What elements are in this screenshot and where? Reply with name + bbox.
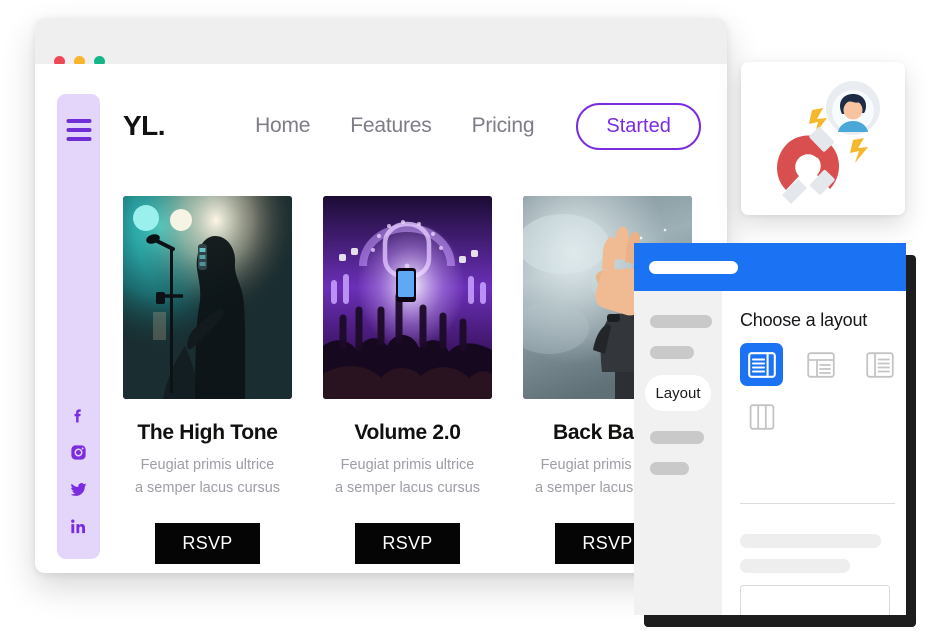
card-description-line2: a semper lacus cursus xyxy=(334,480,481,497)
event-card-list: The High Tone Feugiat primis ultrice a s… xyxy=(123,196,692,564)
get-started-button[interactable]: Started xyxy=(576,102,701,150)
layout-option-lines-right-sidebar[interactable] xyxy=(740,343,783,386)
choose-layout-modal: Layout Choose a layout xyxy=(634,243,906,615)
rsvp-button[interactable]: RSVP xyxy=(155,522,260,564)
card-image-crowd xyxy=(323,196,492,399)
screenshot-stage: YL. Home Features Pricing Started The Hi… xyxy=(0,0,940,640)
card-description: Feugiat primis ultrice a semper lacus cu… xyxy=(323,454,492,501)
nav-item-features[interactable]: Features xyxy=(350,114,431,138)
page-viewport: YL. Home Features Pricing Started The Hi… xyxy=(35,64,727,573)
rsvp-button[interactable]: RSVP xyxy=(355,522,460,564)
layout-option-three-columns[interactable] xyxy=(740,395,783,438)
twitter-icon[interactable] xyxy=(68,479,89,500)
site-navbar: YL. Home Features Pricing Started xyxy=(123,100,707,152)
content-placeholder-bar xyxy=(740,559,850,573)
layout-options xyxy=(740,343,906,447)
linkedin-icon[interactable] xyxy=(68,516,89,537)
event-card: The High Tone Feugiat primis ultrice a s… xyxy=(123,196,292,564)
event-card: Volume 2.0 Feugiat primis ultrice a semp… xyxy=(323,196,492,564)
social-rail xyxy=(57,94,100,559)
content-placeholder-bar xyxy=(740,534,881,548)
browser-title-bar xyxy=(35,18,727,64)
hamburger-icon[interactable] xyxy=(66,119,91,141)
social-links xyxy=(57,405,100,537)
facebook-icon[interactable] xyxy=(68,405,89,426)
content-divider xyxy=(740,503,895,504)
layout-option-left-sidebar[interactable] xyxy=(858,343,901,386)
modal-sidebar: Layout xyxy=(634,291,722,615)
nav-item-home[interactable]: Home xyxy=(255,114,310,138)
card-description-line1: Feugiat primis ultrice xyxy=(340,457,475,473)
instagram-icon[interactable] xyxy=(68,442,89,463)
card-title: Volume 2.0 xyxy=(354,421,461,444)
modal-header-bar xyxy=(634,243,906,291)
layout-option-topbar-sidebar[interactable] xyxy=(799,343,842,386)
modal-header-placeholder xyxy=(649,261,738,274)
nav-links: Home Features Pricing xyxy=(255,114,534,138)
browser-window: YL. Home Features Pricing Started The Hi… xyxy=(35,18,727,573)
sidebar-placeholder-item xyxy=(650,315,712,328)
sidebar-item-layout[interactable]: Layout xyxy=(645,375,711,411)
site-logo[interactable]: YL. xyxy=(123,110,166,142)
nav-item-pricing[interactable]: Pricing xyxy=(472,114,535,138)
modal-content: Choose a layout xyxy=(722,291,906,615)
sidebar-placeholder-item xyxy=(650,346,694,359)
text-input-field[interactable] xyxy=(740,585,890,615)
card-description: Feugiat primis ultrice a semper lacus cu… xyxy=(123,454,292,501)
card-description-line1: Feugiat primis ultrice xyxy=(140,457,275,473)
lead-magnet-card xyxy=(741,62,905,215)
card-description-line2: a semper lacus cursus xyxy=(134,480,281,497)
choose-layout-title: Choose a layout xyxy=(740,310,868,330)
lead-magnet-illustration xyxy=(777,81,880,204)
card-title: The High Tone xyxy=(137,421,278,444)
sidebar-placeholder-item xyxy=(650,431,704,444)
card-image-guitarist xyxy=(123,196,292,399)
sidebar-placeholder-item xyxy=(650,462,689,475)
